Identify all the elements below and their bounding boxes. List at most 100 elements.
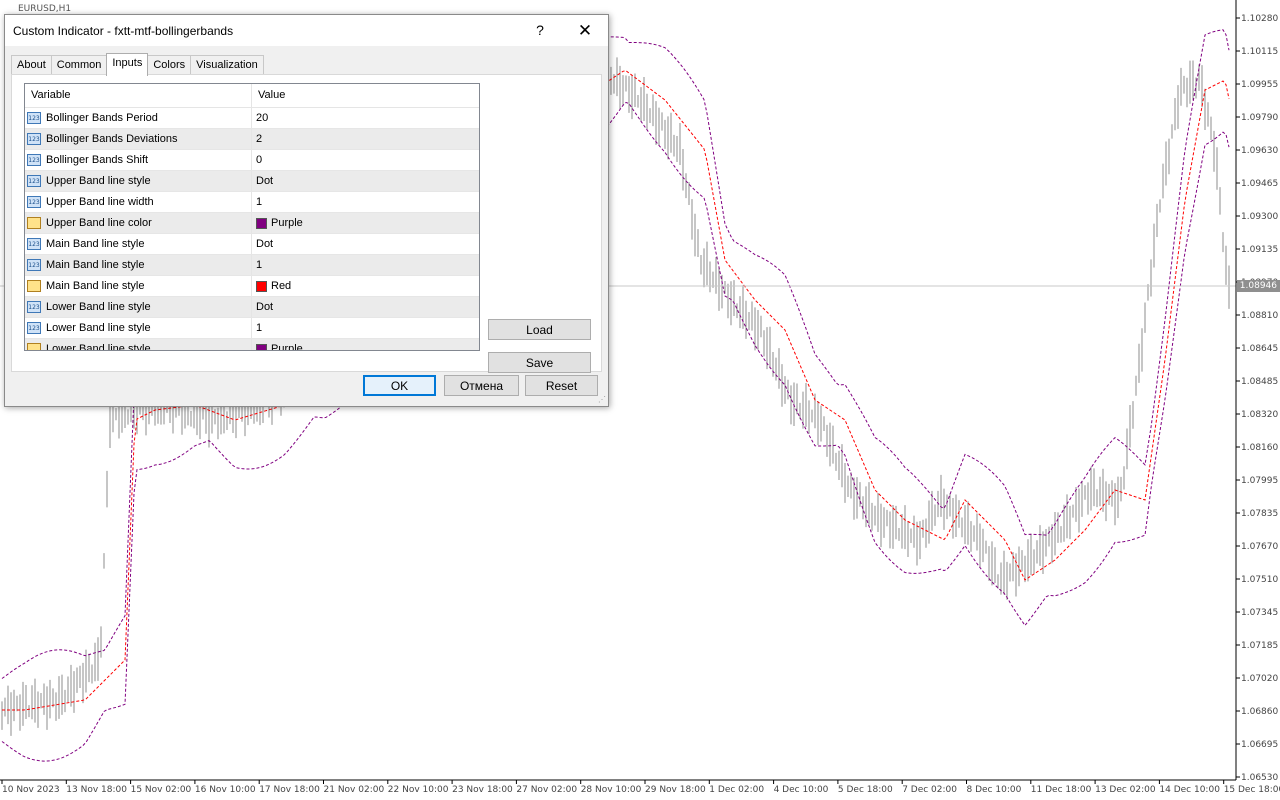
color-param-icon <box>27 343 41 350</box>
price-tick-label: 1.07670 <box>1241 542 1278 552</box>
help-button[interactable]: ? <box>520 15 560 46</box>
tab-common[interactable]: Common <box>50 55 108 75</box>
color-swatch <box>256 343 267 350</box>
table-row[interactable]: 123 Bollinger Bands Deviations 2 <box>25 129 479 150</box>
tab-colors[interactable]: Colors <box>147 55 192 75</box>
variable-name: Bollinger Bands Shift <box>46 154 149 166</box>
variable-value: Dot <box>256 238 274 250</box>
value-cell[interactable]: 1 <box>252 196 262 208</box>
close-icon[interactable]: ✕ <box>565 15 605 46</box>
variable-cell: 123 Upper Band line width <box>25 192 252 212</box>
price-tick-label: 1.07345 <box>1241 608 1278 618</box>
table-row[interactable]: 123 Lower Band line style Dot <box>25 297 479 318</box>
value-cell[interactable]: Red <box>252 280 291 292</box>
price-tick-label: 1.08485 <box>1241 377 1278 387</box>
tab-inputs[interactable]: Inputs <box>106 53 149 76</box>
variable-value: 1 <box>256 259 263 271</box>
price-tick-label: 1.06695 <box>1241 740 1278 750</box>
price-tick-label: 1.09465 <box>1241 179 1278 189</box>
variable-name: Lower Band line style <box>46 322 151 334</box>
variable-name: Upper Band line color <box>46 217 152 229</box>
table-row[interactable]: 123 Bollinger Bands Shift 0 <box>25 150 479 171</box>
variable-name: Upper Band line width <box>46 196 154 208</box>
price-tick-label: 1.06530 <box>1241 773 1278 783</box>
time-tick-label: 11 Dec 18:00 <box>1031 785 1092 795</box>
value-cell[interactable]: Purple <box>252 217 303 229</box>
table-row[interactable]: 123 Upper Band line width 1 <box>25 192 479 213</box>
time-tick-label: 15 Nov 02:00 <box>131 785 192 795</box>
table-row[interactable]: 123 Lower Band line style 1 <box>25 318 479 339</box>
variable-name: Lower Band line style <box>46 343 151 351</box>
table-row[interactable]: Main Band line style Red <box>25 276 479 297</box>
time-tick-label: 13 Dec 02:00 <box>1095 785 1156 795</box>
chart-symbol-label: EURUSD,H1 <box>18 4 72 14</box>
table-row[interactable]: 123 Main Band line style 1 <box>25 255 479 276</box>
value-cell[interactable]: 1 <box>252 259 262 271</box>
number-param-icon: 123 <box>27 259 41 271</box>
time-tick-label: 15 Dec 18:00 <box>1224 785 1280 795</box>
time-tick-label: 28 Nov 10:00 <box>581 785 642 795</box>
price-tick-label: 1.07510 <box>1241 575 1278 585</box>
table-row[interactable]: Upper Band line color Purple <box>25 213 479 234</box>
time-tick-label: 22 Nov 10:00 <box>388 785 449 795</box>
save-button[interactable]: Save <box>488 352 591 373</box>
price-tick-label: 1.07995 <box>1241 476 1278 486</box>
table-row[interactable]: 123 Bollinger Bands Period 20 <box>25 108 479 129</box>
tab-about[interactable]: About <box>11 55 52 75</box>
time-tick-label: 10 Nov 2023 <box>2 785 60 795</box>
load-button[interactable]: Load <box>488 319 591 340</box>
table-row[interactable]: 123 Upper Band line style Dot <box>25 171 479 192</box>
number-param-icon: 123 <box>27 238 41 250</box>
value-cell[interactable]: Dot <box>252 175 273 187</box>
value-cell[interactable]: 20 <box>252 112 268 124</box>
price-tick-label: 1.10280 <box>1241 14 1278 24</box>
number-param-icon: 123 <box>27 196 41 208</box>
value-cell[interactable]: 2 <box>252 133 262 145</box>
table-header: Variable Value <box>25 84 479 108</box>
variable-name: Upper Band line style <box>46 175 151 187</box>
variable-name: Lower Band line style <box>46 301 151 313</box>
price-tick-label: 1.08645 <box>1241 344 1278 354</box>
number-param-icon: 123 <box>27 301 41 313</box>
price-tick-label: 1.09790 <box>1241 113 1278 123</box>
variable-cell: Lower Band line style <box>25 339 252 351</box>
time-tick-label: 16 Nov 10:00 <box>195 785 256 795</box>
resize-grip-icon[interactable]: ⋰ <box>598 396 606 404</box>
time-tick-label: 4 Dec 10:00 <box>774 785 829 795</box>
value-cell[interactable]: 1 <box>252 322 262 334</box>
value-cell[interactable]: Purple <box>252 343 303 350</box>
column-header-variable[interactable]: Variable <box>25 84 252 107</box>
cancel-button[interactable]: Отмена <box>444 375 519 396</box>
variable-name: Bollinger Bands Period <box>46 112 158 124</box>
price-tick-label: 1.09300 <box>1241 212 1278 222</box>
number-param-icon: 123 <box>27 112 41 124</box>
table-row[interactable]: Lower Band line style Purple <box>25 339 479 351</box>
price-axis: 1.10280 1.10115 1.09955 1.09790 1.09630 1.094… <box>1236 14 1278 783</box>
ok-button[interactable]: OK <box>363 375 436 396</box>
column-header-value[interactable]: Value <box>252 84 285 107</box>
number-param-icon: 123 <box>27 175 41 187</box>
table-row[interactable]: 123 Main Band line style Dot <box>25 234 479 255</box>
tab-visualization[interactable]: Visualization <box>190 55 264 75</box>
variable-value: 1 <box>256 322 263 334</box>
time-tick-label: 27 Nov 02:00 <box>516 785 577 795</box>
variable-cell: 123 Upper Band line style <box>25 171 252 191</box>
color-param-icon <box>27 280 41 292</box>
price-tick-label: 1.06860 <box>1241 707 1278 717</box>
time-axis: 10 Nov 2023 13 Nov 18:00 15 Nov 02:00 16 No… <box>1 780 1280 795</box>
time-tick-label: 1 Dec 02:00 <box>709 785 764 795</box>
value-cell[interactable]: Dot <box>252 238 273 250</box>
value-cell[interactable]: 0 <box>252 154 262 166</box>
price-tick-label: 1.08810 <box>1241 311 1278 321</box>
dialog-titlebar[interactable]: Custom Indicator - fxtt-mtf-bollingerban… <box>5 15 608 46</box>
price-tick-label: 1.09955 <box>1241 80 1278 90</box>
reset-button[interactable]: Reset <box>525 375 598 396</box>
color-swatch <box>256 280 267 292</box>
number-param-icon: 123 <box>27 322 41 334</box>
variable-cell: 123 Bollinger Bands Shift <box>25 150 252 170</box>
variable-cell: Main Band line style <box>25 276 252 296</box>
value-cell[interactable]: Dot <box>252 301 273 313</box>
variable-value: Dot <box>256 175 274 187</box>
dialog-tabs: About Common Inputs Colors Visualization <box>11 53 264 76</box>
variable-cell: 123 Bollinger Bands Deviations <box>25 129 252 149</box>
